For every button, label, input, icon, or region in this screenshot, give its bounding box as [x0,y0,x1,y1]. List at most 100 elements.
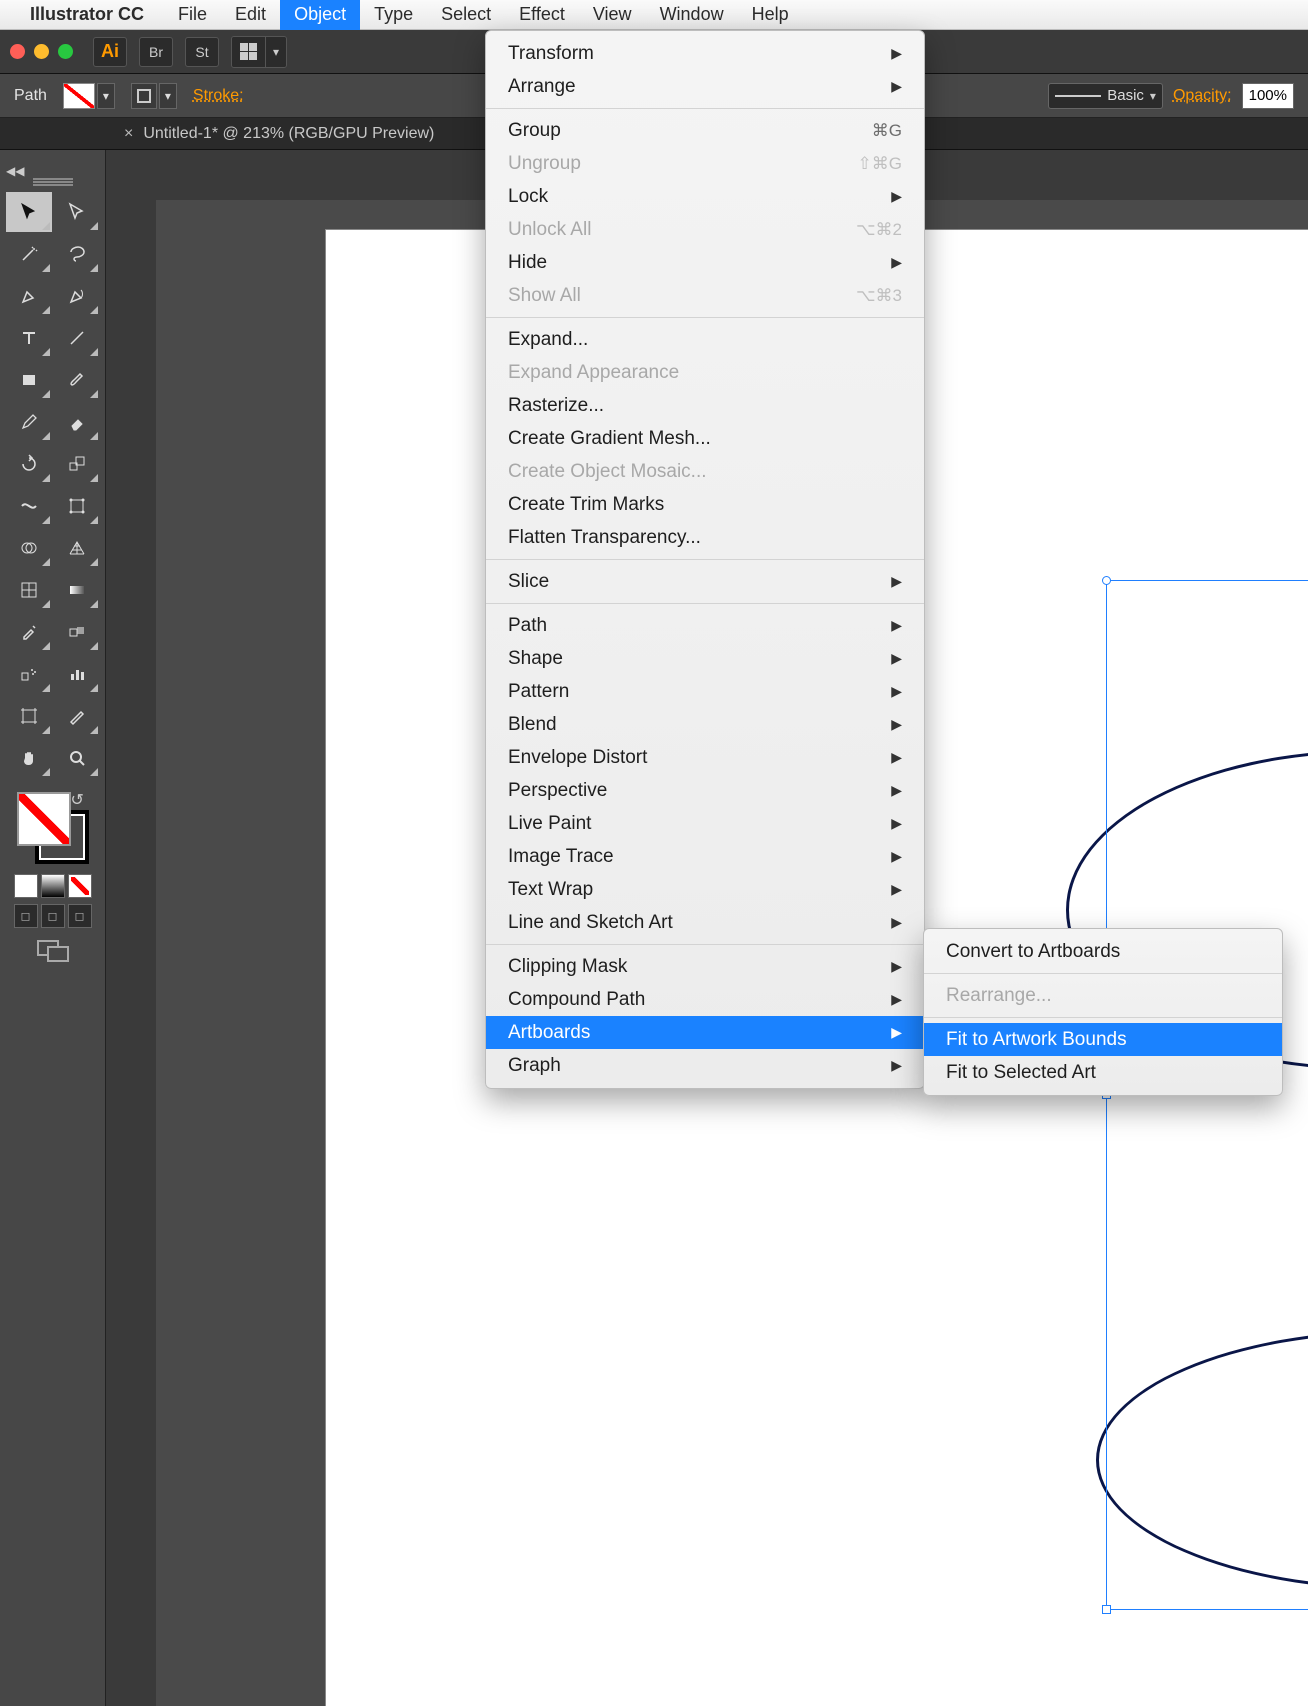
object-menu-item-rasterize[interactable]: Rasterize... [486,389,924,422]
object-menu-item-path[interactable]: Path▶ [486,609,924,642]
stroke-panel-link[interactable]: Stroke: [193,87,244,105]
mesh-tool[interactable] [6,570,52,610]
blend-tool[interactable] [54,612,100,652]
app-name-menu[interactable]: Illustrator CC [30,4,144,25]
object-menu-item-graph[interactable]: Graph▶ [486,1049,924,1082]
menu-help[interactable]: Help [738,0,803,30]
opacity-panel-link[interactable]: Opacity: [1173,87,1232,105]
slice-tool[interactable] [54,696,100,736]
rectangle-tool[interactable] [6,360,52,400]
magic-wand-tool[interactable] [6,234,52,274]
object-menu-item-pattern[interactable]: Pattern▶ [486,675,924,708]
width-tool[interactable] [6,486,52,526]
curvature-tool[interactable] [54,276,100,316]
selection-tool[interactable] [6,192,52,232]
swap-fill-stroke-icon[interactable]: ↺ [71,790,89,808]
artboard-tool[interactable] [6,696,52,736]
draw-behind-mode[interactable]: ◻ [41,904,65,928]
color-mode-gradient[interactable] [41,874,65,898]
stroke-dropdown[interactable]: ▾ [159,83,177,109]
color-mode-solid[interactable] [14,874,38,898]
color-mode-none[interactable] [68,874,92,898]
symbol-sprayer-tool[interactable] [6,654,52,694]
menu-select[interactable]: Select [427,0,505,30]
draw-normal-mode[interactable]: ◻ [14,904,38,928]
zoom-tool[interactable] [54,738,100,778]
stock-button[interactable]: St [185,37,219,67]
close-tab-icon[interactable]: × [124,125,133,143]
gradient-tool[interactable] [54,570,100,610]
menu-effect[interactable]: Effect [505,0,579,30]
opacity-value-field[interactable]: 100% [1242,83,1294,109]
object-menu-item-create-trim-marks[interactable]: Create Trim Marks [486,488,924,521]
fill-stroke-indicator[interactable]: ↺ [13,788,93,868]
object-menu-item-envelope-distort[interactable]: Envelope Distort▶ [486,741,924,774]
document-tab-title[interactable]: Untitled-1* @ 213% (RGB/GPU Preview) [143,125,434,143]
menu-file[interactable]: File [164,0,221,30]
arrange-documents-dropdown[interactable]: ▾ [231,36,287,68]
object-menu-item-shape[interactable]: Shape▶ [486,642,924,675]
direct-selection-tool[interactable] [54,192,100,232]
paintbrush-tool[interactable] [54,360,100,400]
menu-object[interactable]: Object [280,0,360,30]
menu-edit[interactable]: Edit [221,0,280,30]
menu-item-label: Image Trace [508,846,614,868]
shape-builder-tool[interactable] [6,528,52,568]
object-menu-item-hide[interactable]: Hide▶ [486,246,924,279]
object-menu-item-clipping-mask[interactable]: Clipping Mask▶ [486,950,924,983]
object-menu-item-artboards[interactable]: Artboards▶ [486,1016,924,1049]
object-menu-item-transform[interactable]: Transform▶ [486,37,924,70]
menu-item-label: Perspective [508,780,607,802]
menu-item-label: Live Paint [508,813,591,835]
pencil-tool[interactable] [6,402,52,442]
scale-tool[interactable] [54,444,100,484]
artboards-submenu-item-fit-to-selected-art[interactable]: Fit to Selected Art [924,1056,1282,1089]
hand-tool[interactable] [6,738,52,778]
object-menu-item-slice[interactable]: Slice▶ [486,565,924,598]
submenu-arrow-icon: ▶ [891,78,902,95]
minimize-window-button[interactable] [34,44,49,59]
draw-inside-mode[interactable]: ◻ [68,904,92,928]
object-menu-item-image-trace[interactable]: Image Trace▶ [486,840,924,873]
perspective-grid-tool[interactable] [54,528,100,568]
column-graph-tool[interactable] [54,654,100,694]
object-menu-item-arrange[interactable]: Arrange▶ [486,70,924,103]
change-screen-mode-button[interactable] [35,938,71,964]
fill-dropdown[interactable]: ▾ [97,83,115,109]
object-menu-item-flatten-transparency[interactable]: Flatten Transparency... [486,521,924,554]
object-menu-item-text-wrap[interactable]: Text Wrap▶ [486,873,924,906]
zoom-window-button[interactable] [58,44,73,59]
free-transform-tool[interactable] [54,486,100,526]
bbox-handle[interactable] [1102,576,1111,585]
panel-collapse-arrows-icon[interactable]: ◀◀ [6,164,24,178]
artboards-submenu-item-convert-to-artboards[interactable]: Convert to Artboards [924,935,1282,968]
artboards-submenu-item-fit-to-artwork-bounds[interactable]: Fit to Artwork Bounds [924,1023,1282,1056]
object-menu-item-live-paint[interactable]: Live Paint▶ [486,807,924,840]
menu-type[interactable]: Type [360,0,427,30]
lasso-tool[interactable] [54,234,100,274]
object-menu-item-group[interactable]: Group⌘G [486,114,924,147]
bridge-button[interactable]: Br [139,37,173,67]
line-tool[interactable] [54,318,100,358]
eraser-tool[interactable] [54,402,100,442]
object-menu-item-expand[interactable]: Expand... [486,323,924,356]
object-menu-item-perspective[interactable]: Perspective▶ [486,774,924,807]
graphic-style-dropdown[interactable]: Basic▾ [1048,83,1163,109]
type-tool[interactable] [6,318,52,358]
object-menu-item-create-gradient-mesh[interactable]: Create Gradient Mesh... [486,422,924,455]
close-window-button[interactable] [10,44,25,59]
object-menu-item-line-and-sketch-art[interactable]: Line and Sketch Art▶ [486,906,924,939]
object-menu-item-blend[interactable]: Blend▶ [486,708,924,741]
rotate-tool[interactable] [6,444,52,484]
stroke-swatch[interactable] [131,83,157,109]
fill-color-box[interactable] [17,792,71,846]
bbox-handle[interactable] [1102,1605,1111,1614]
eyedropper-tool[interactable] [6,612,52,652]
menu-view[interactable]: View [579,0,646,30]
menu-window[interactable]: Window [646,0,738,30]
pen-tool[interactable] [6,276,52,316]
object-menu-item-compound-path[interactable]: Compound Path▶ [486,983,924,1016]
panel-grip-icon[interactable] [33,178,73,186]
object-menu-item-lock[interactable]: Lock▶ [486,180,924,213]
fill-swatch[interactable] [63,83,95,109]
